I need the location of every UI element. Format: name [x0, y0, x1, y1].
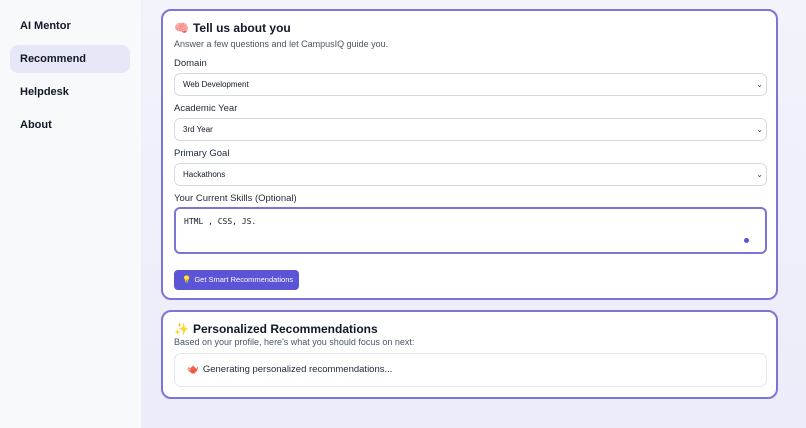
brain-icon: 🧠 — [174, 21, 189, 35]
academic-year-label: Academic Year — [174, 103, 238, 114]
domain-select-value: Web Development — [183, 80, 249, 89]
teapot-icon: 🫖 — [187, 364, 199, 375]
recommendations-subtitle: Based on your profile, here's what you s… — [174, 337, 415, 347]
chevron-down-icon: ⌄ — [756, 80, 763, 89]
primary-goal-select[interactable]: Hackathons ⌄ — [174, 163, 767, 186]
lightbulb-icon: 💡 — [182, 275, 192, 284]
skills-textarea-value: HTML , CSS, JS. — [184, 217, 257, 226]
sparkles-icon: ✨ — [174, 322, 189, 336]
sidebar-item-ai-mentor[interactable]: AI Mentor — [10, 12, 130, 40]
academic-year-select[interactable]: 3rd Year ⌄ — [174, 118, 767, 141]
recommendations-title: Personalized Recommendations — [192, 322, 378, 336]
domain-select[interactable]: Web Development ⌄ — [174, 73, 767, 96]
get-recommendations-button[interactable]: 💡 Get Smart Recommendations — [174, 270, 299, 290]
primary-goal-select-value: Hackathons — [183, 170, 226, 179]
chevron-down-icon: ⌄ — [756, 125, 763, 134]
profile-form-card: 🧠 Tell us about you Answer a few question… — [161, 9, 778, 300]
profile-card-subtitle: Answer a few questions and let CampusIQ … — [174, 39, 389, 49]
get-recommendations-label: Get Smart Recommendations — [194, 275, 294, 284]
domain-label: Domain — [174, 58, 207, 69]
main-content: 🧠 Tell us about you Answer a few question… — [142, 0, 806, 428]
recommendations-status-box: 🫖 Generating personalized recommendations… — [174, 353, 767, 387]
recommendations-title-row: ✨ Personalized Recommendations — [174, 322, 378, 336]
profile-card-title: Tell us about you — [192, 21, 291, 35]
sidebar-item-helpdesk[interactable]: Helpdesk — [10, 78, 130, 106]
recommendations-card: ✨ Personalized Recommendations Based on y… — [161, 310, 778, 399]
sidebar: AI Mentor Recommend Helpdesk About — [0, 0, 142, 428]
skills-label: Your Current Skills (Optional) — [174, 193, 297, 204]
recommendations-status-text: Generating personalized recommendations.… — [202, 364, 393, 375]
primary-goal-label: Primary Goal — [174, 148, 230, 159]
sidebar-item-about[interactable]: About — [10, 111, 130, 139]
chevron-down-icon: ⌄ — [756, 170, 763, 179]
profile-card-title-row: 🧠 Tell us about you — [174, 21, 291, 35]
resize-handle[interactable] — [744, 238, 749, 243]
sidebar-item-recommend[interactable]: Recommend — [10, 45, 130, 73]
skills-textarea[interactable]: HTML , CSS, JS. — [174, 207, 767, 254]
academic-year-select-value: 3rd Year — [183, 125, 213, 134]
